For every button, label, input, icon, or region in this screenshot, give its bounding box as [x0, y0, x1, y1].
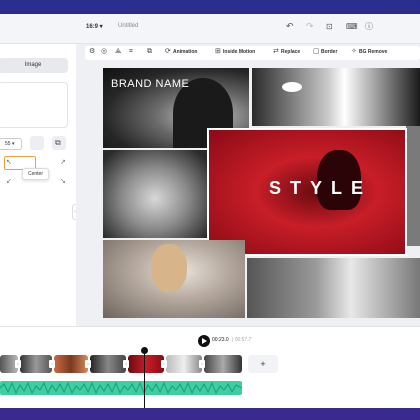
- adjust-icon[interactable]: ⚙: [89, 48, 95, 55]
- total-time: | 00:57.7: [232, 337, 252, 343]
- transition-icon[interactable]: ⇔: [15, 360, 21, 368]
- playhead[interactable]: [144, 349, 145, 408]
- align-top-right-icon[interactable]: ↗: [60, 158, 66, 166]
- screenshot-icon[interactable]: ⊡: [326, 22, 333, 31]
- play-button[interactable]: [198, 335, 210, 347]
- layers-icon: ⧉: [55, 138, 61, 147]
- face-mark: [151, 244, 187, 292]
- eye-mark: [282, 82, 302, 92]
- align-bottom-right-icon[interactable]: ↘: [60, 177, 66, 185]
- center-tooltip: Center: [22, 168, 50, 180]
- timeline-panel: 00:23.0 | 00:57.7 ⇔ ⇔ ⇔ ⇔ ⇔ ⇔ +: [0, 326, 420, 408]
- current-time: 00:23.0: [212, 337, 229, 343]
- shortcut-icon[interactable]: ⌨: [346, 22, 358, 31]
- add-clip-button[interactable]: +: [248, 355, 278, 373]
- video-track: ⇔ ⇔ ⇔ ⇔ ⇔ ⇔: [0, 355, 242, 373]
- inside-motion-icon: ⊞: [215, 48, 221, 55]
- border-button[interactable]: Border: [321, 49, 337, 55]
- transition-icon[interactable]: ⇔: [161, 360, 167, 368]
- freckles-portrait-tile[interactable]: [103, 150, 207, 238]
- playhead-handle[interactable]: [141, 347, 148, 354]
- animation-icon: ⟳: [165, 48, 171, 55]
- clip-6[interactable]: [166, 355, 202, 373]
- filter-icon[interactable]: ◎: [101, 48, 107, 55]
- transition-icon[interactable]: ⇔: [123, 360, 129, 368]
- fashion-photo-tile[interactable]: [247, 258, 420, 318]
- tab-image[interactable]: Image: [0, 58, 68, 73]
- audio-waveform: [0, 381, 242, 395]
- align-bottom-left-icon[interactable]: ↙: [6, 177, 12, 185]
- border-icon: ▢: [313, 48, 320, 55]
- replace-button[interactable]: Replace: [281, 49, 300, 55]
- style-video-frame[interactable]: STYLE: [207, 128, 407, 256]
- crop-icon[interactable]: ⌗: [129, 48, 133, 55]
- mask-icon[interactable]: ⧉: [147, 48, 152, 55]
- clip-2[interactable]: [20, 355, 52, 373]
- style-text[interactable]: STYLE: [269, 178, 372, 199]
- aspect-ratio-select[interactable]: 16:9 ▾: [86, 23, 103, 30]
- brand-name-text[interactable]: BRAND NAME: [111, 78, 189, 90]
- project-title[interactable]: Untitled: [118, 23, 138, 29]
- animation-button[interactable]: Animation: [173, 49, 197, 55]
- audio-track[interactable]: [0, 381, 242, 395]
- editor-area: ⚙ ◎ ⟁ ⌗ ⧉ ⟳ Animation ⊞ Inside Motion ⇄ …: [76, 44, 420, 340]
- help-icon[interactable]: ⓘ: [365, 22, 373, 31]
- video-canvas[interactable]: BRAND NAME STYLE: [103, 68, 420, 318]
- image-preview-box[interactable]: [0, 82, 68, 128]
- undo-icon[interactable]: ↶: [286, 22, 294, 31]
- inside-motion-button[interactable]: Inside Motion: [223, 49, 255, 55]
- properties-panel: Image 55 ▾ ⧉ ↖ ↗ ↙ ↘ Center ‹: [0, 44, 78, 340]
- transition-icon[interactable]: ⇔: [199, 360, 205, 368]
- bg-remove-button[interactable]: BG Remove: [359, 49, 387, 55]
- blonde-portrait-tile[interactable]: [103, 240, 245, 318]
- clip-5[interactable]: [128, 355, 164, 373]
- side-photo-strip: [406, 126, 420, 246]
- scale-select[interactable]: 55 ▾: [0, 138, 22, 150]
- flip-button[interactable]: [30, 136, 44, 150]
- play-icon: [202, 338, 207, 344]
- clip-3[interactable]: [54, 355, 88, 373]
- transition-icon[interactable]: ⇔: [85, 360, 91, 368]
- mask-photo-tile[interactable]: [252, 68, 420, 126]
- clip-4[interactable]: [90, 355, 126, 373]
- bg-remove-icon: ✧: [351, 48, 357, 55]
- align-top-left-icon[interactable]: ↖: [6, 158, 12, 166]
- editor-window: 16:9 ▾ Untitled ↶ ↷ ⊡ ⌨ ⓘ Image 55 ▾ ⧉ ↖…: [0, 14, 420, 408]
- redo-icon[interactable]: ↷: [306, 22, 314, 31]
- clip-7[interactable]: [204, 355, 242, 373]
- replace-icon: ⇄: [273, 48, 279, 55]
- image-toolbar: ⚙ ◎ ⟁ ⌗ ⧉ ⟳ Animation ⊞ Inside Motion ⇄ …: [85, 46, 420, 60]
- layer-button[interactable]: ⧉: [52, 136, 66, 150]
- transition-icon[interactable]: ⇔: [49, 360, 55, 368]
- effect-icon[interactable]: ⟁: [115, 48, 121, 55]
- top-bar: 16:9 ▾ Untitled ↶ ↷ ⊡ ⌨ ⓘ: [0, 14, 420, 44]
